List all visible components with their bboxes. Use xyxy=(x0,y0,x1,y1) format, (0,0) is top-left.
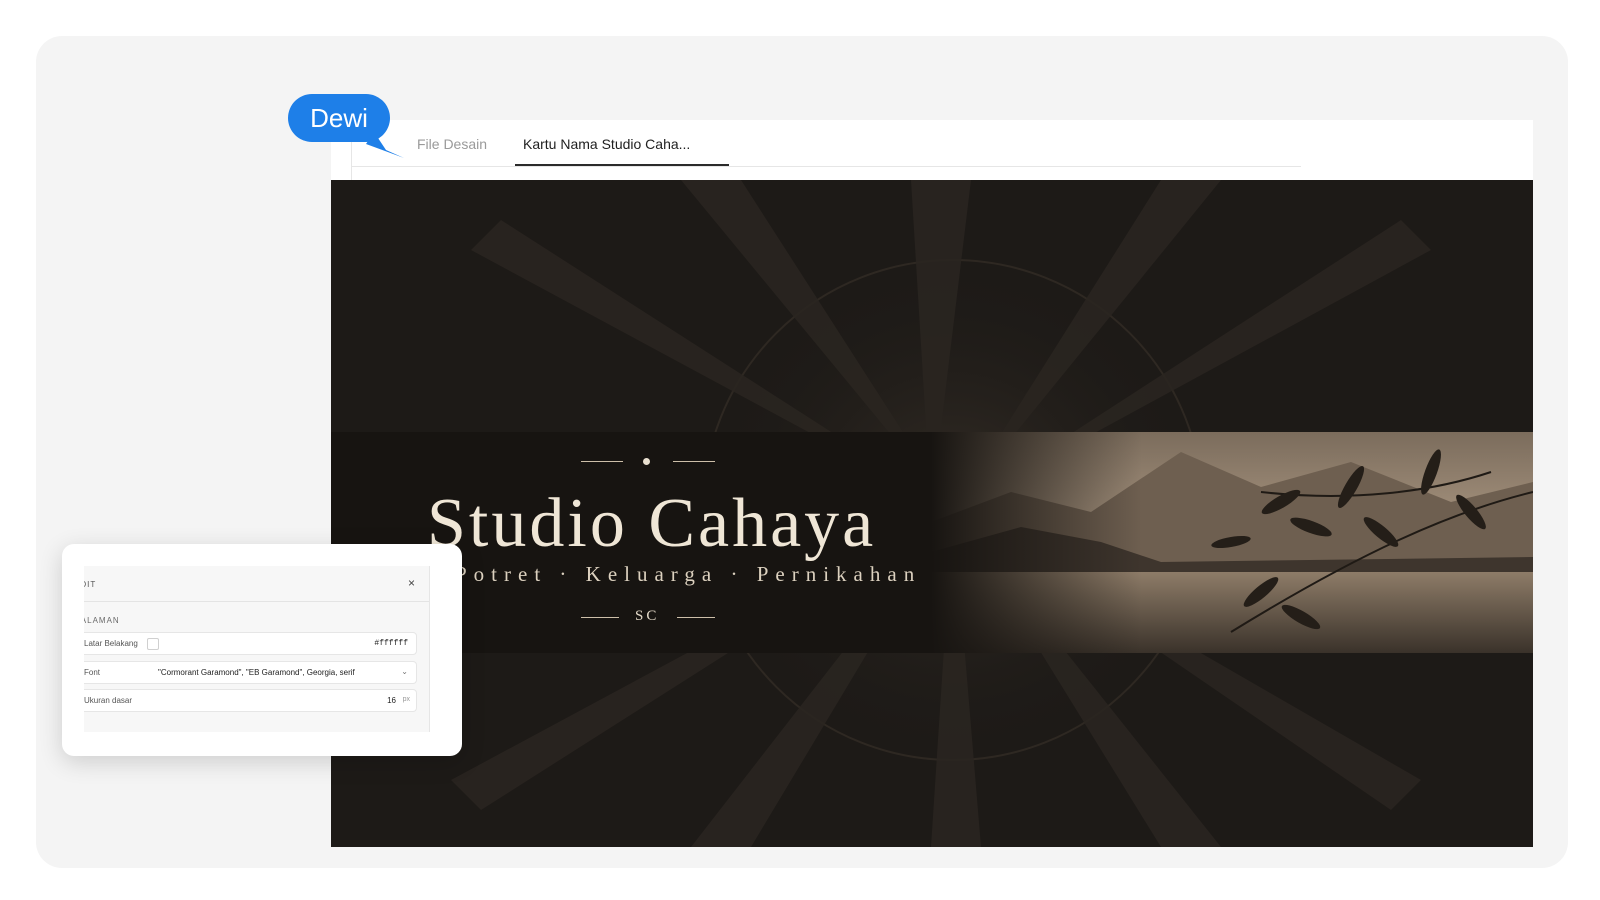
design-canvas[interactable]: Studio Cahaya Potret · Keluarga · Pernik… xyxy=(331,180,1533,847)
font-label: Font xyxy=(84,668,101,677)
section-label-page: HALAMAN xyxy=(84,616,120,625)
tab-bar: File Desain Kartu Nama Studio Caha... xyxy=(331,120,1533,184)
base-size-value[interactable]: 16 xyxy=(387,696,396,705)
tab-bar-divider xyxy=(351,136,352,182)
cursor-arrow-icon xyxy=(366,132,404,158)
background-color-value[interactable]: #ffffff xyxy=(374,639,408,648)
bottom-ornament: SC xyxy=(581,608,721,628)
background-color-label: Latar Belakang xyxy=(84,639,138,648)
design-title[interactable]: Studio Cahaya xyxy=(427,484,876,564)
chevron-down-icon[interactable]: ⌄ xyxy=(401,667,408,676)
color-swatch[interactable] xyxy=(147,638,159,650)
font-select[interactable]: Font "Cormorant Garamond", "EB Garamond"… xyxy=(84,661,417,684)
font-value[interactable]: "Cormorant Garamond", "EB Garamond", Geo… xyxy=(158,668,355,677)
close-icon[interactable]: × xyxy=(408,576,415,590)
design-subtitle[interactable]: Potret · Keluarga · Pernikahan xyxy=(455,562,921,587)
base-size-unit: px xyxy=(402,696,410,703)
ornament-dot xyxy=(643,458,650,465)
base-size-label: Ukuran dasar xyxy=(84,696,133,705)
landscape-photo xyxy=(931,432,1533,653)
edit-panel-card: EDIT × HALAMAN Latar Belakang #ffffff Fo… xyxy=(62,544,462,756)
base-size-field[interactable]: Ukuran dasar 16 px xyxy=(84,689,417,712)
top-ornament xyxy=(581,456,721,468)
editor-window: File Desain Kartu Nama Studio Caha... St… xyxy=(331,120,1533,847)
tab-file-design[interactable]: File Desain xyxy=(409,134,495,168)
edit-panel-header: EDIT × xyxy=(84,566,429,602)
monogram[interactable]: SC xyxy=(635,608,659,625)
tab-business-card[interactable]: Kartu Nama Studio Caha... xyxy=(515,134,729,168)
background-color-field[interactable]: Latar Belakang #ffffff xyxy=(84,632,417,655)
edit-panel: EDIT × HALAMAN Latar Belakang #ffffff Fo… xyxy=(84,566,430,732)
edit-panel-title: EDIT xyxy=(84,580,97,589)
brand-block: Studio Cahaya Potret · Keluarga · Pernik… xyxy=(427,432,947,656)
